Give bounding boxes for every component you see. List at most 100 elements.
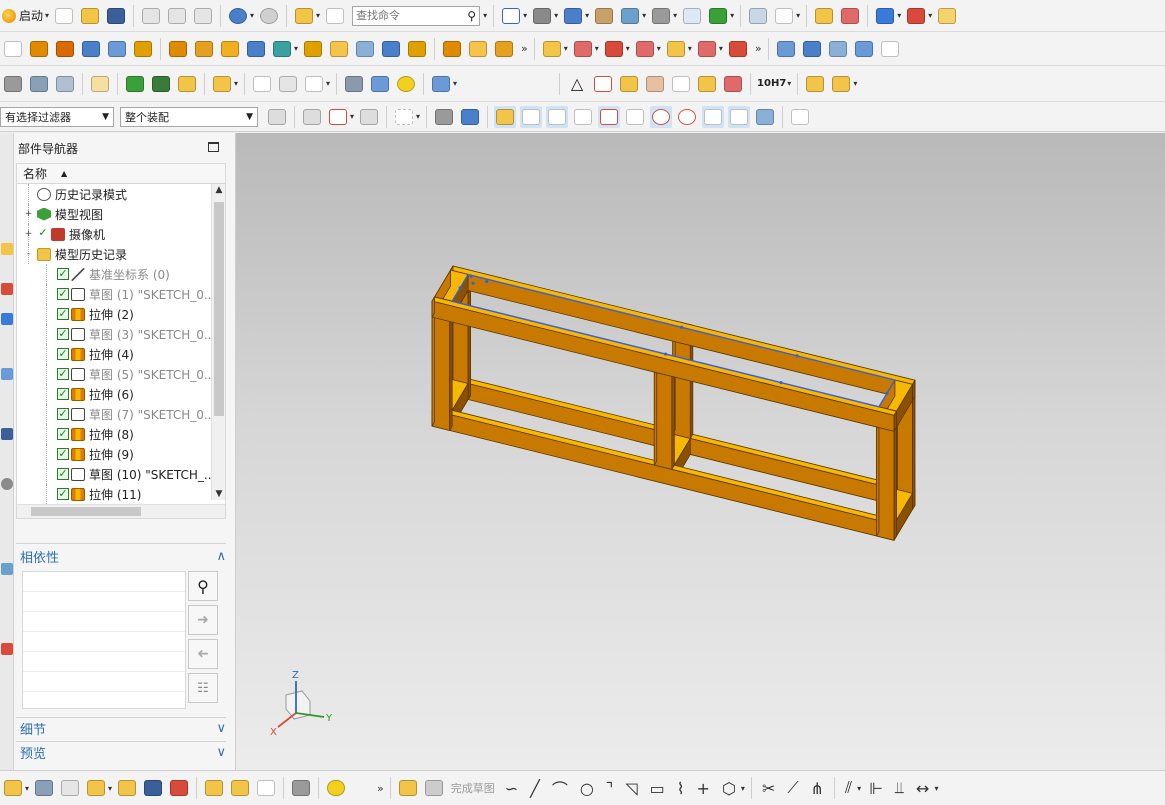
chevron-down-icon[interactable]: ▾ (934, 784, 938, 793)
snap-midpoint-button[interactable] (520, 105, 543, 128)
dependency-search-button[interactable]: ⚲ (188, 571, 218, 601)
chevron-down-icon[interactable]: ▾ (564, 44, 568, 53)
trim-icon[interactable]: ✂ (762, 779, 775, 798)
tree-horizontal-scrollbar[interactable] (17, 504, 225, 518)
chevron-down-icon[interactable]: ▾ (928, 11, 932, 20)
layers-stack-button[interactable] (28, 73, 50, 95)
sketch-curve-button[interactable] (2, 777, 24, 799)
expand-icon[interactable]: + (24, 209, 33, 219)
revolve-button[interactable] (54, 38, 76, 60)
drawing-button[interactable] (59, 777, 81, 799)
chevron-down-icon[interactable]: ▾ (585, 11, 589, 20)
constraint-button[interactable] (696, 38, 718, 60)
text-tool-button[interactable] (211, 73, 233, 95)
tree-node[interactable]: ✓ 草图 (5) "SKETCH_0... (17, 364, 225, 384)
chevron-down-icon[interactable]: ▾ (657, 44, 661, 53)
pattern-button[interactable] (193, 38, 215, 60)
front-middle-post-end-face[interactable] (671, 371, 675, 470)
selection-filter-select[interactable]: 有选择过滤器 ▼ (0, 106, 114, 127)
chevron-down-icon[interactable]: ▾ (554, 11, 558, 20)
dependencies-header[interactable]: 相依性 ∧ (20, 545, 226, 567)
resource-process-icon[interactable] (1, 478, 13, 490)
offset-face-button[interactable] (354, 38, 376, 60)
finish-sketch-button[interactable] (423, 777, 445, 799)
visibility-checkbox[interactable]: ✓ (57, 488, 69, 500)
transform-button[interactable] (707, 5, 729, 27)
attach-button[interactable] (325, 777, 347, 799)
command-search[interactable]: ⚲ (352, 5, 481, 26)
replace-face-button[interactable] (493, 38, 515, 60)
sketch-button[interactable] (2, 38, 24, 60)
rectangle-icon[interactable]: ▭ (650, 779, 665, 798)
move-object-button[interactable] (681, 5, 703, 27)
pattern-curve-icon[interactable]: ⫫ (895, 778, 904, 798)
snap-center-button[interactable] (650, 105, 673, 128)
face-curve-button[interactable] (277, 73, 299, 95)
thread-button[interactable] (430, 73, 452, 95)
offset-curve-button[interactable] (303, 73, 325, 95)
resource-history-icon[interactable] (1, 283, 13, 295)
dependency-next-button[interactable]: ➜ (188, 605, 218, 635)
table-button[interactable] (592, 73, 614, 95)
window-button[interactable] (293, 5, 315, 27)
mirror-button[interactable] (142, 777, 164, 799)
preview-header[interactable]: 预览 ∨ (20, 741, 226, 763)
triangle-button[interactable]: △ (566, 73, 588, 95)
undo-button[interactable] (227, 5, 249, 27)
mesh-surface-button[interactable] (801, 38, 823, 60)
add-feature-button[interactable] (85, 777, 107, 799)
standard-parts-button[interactable] (830, 73, 852, 95)
snap-point-button[interactable] (702, 105, 725, 128)
chevron-down-icon[interactable]: ▾ (25, 784, 29, 793)
array-button[interactable] (219, 38, 241, 60)
visibility-checkbox[interactable]: ✓ (57, 428, 69, 440)
sketch-point[interactable] (779, 381, 783, 385)
chevron-down-icon[interactable]: ▾ (796, 11, 800, 20)
chevron-down-icon[interactable]: ▾ (234, 79, 238, 88)
visibility-checkbox[interactable]: ✓ (57, 408, 69, 420)
mirror-assembly-button[interactable] (603, 38, 625, 60)
chevron-down-icon[interactable]: ▾ (642, 11, 646, 20)
analysis-button[interactable] (813, 5, 835, 27)
new-component-button[interactable] (572, 38, 594, 60)
drawing-sheet-button[interactable] (670, 73, 692, 95)
dependency-tree-button[interactable]: ☷ (188, 673, 218, 703)
circle-icon[interactable]: ○ (580, 779, 594, 798)
resource-assembly-icon[interactable] (1, 313, 13, 325)
point-icon[interactable]: + (697, 779, 710, 798)
details-header[interactable]: 细节 ∨ (20, 717, 226, 739)
copy-button[interactable] (166, 5, 188, 27)
tree-node[interactable]: ✓ 拉伸 (4) (17, 344, 225, 364)
shell-button[interactable] (380, 38, 402, 60)
weld-button[interactable] (124, 73, 146, 95)
chevron-down-icon[interactable]: ▾ (250, 11, 254, 20)
tree-node[interactable]: + ✓ 摄像机 (17, 224, 225, 244)
more-commands-button[interactable]: » (755, 42, 762, 55)
selection-scope-select[interactable]: 整个装配 ▼ (120, 106, 258, 127)
make-corner-icon[interactable]: ⋔ (811, 779, 824, 798)
package-button[interactable] (290, 777, 312, 799)
visibility-checkbox[interactable]: ✓ (57, 328, 69, 340)
part-body-button[interactable] (33, 777, 55, 799)
align-button[interactable] (168, 777, 190, 799)
pocket-button[interactable] (132, 38, 154, 60)
shaded-view-button[interactable] (562, 5, 584, 27)
chamfer-icon[interactable]: ◹ (625, 779, 637, 798)
thicken-button[interactable] (853, 38, 875, 60)
tree-node[interactable]: 历史记录模式 (17, 184, 225, 204)
split-body-button[interactable] (467, 38, 489, 60)
extend-icon[interactable]: ⟋ (787, 778, 798, 798)
chevron-down-icon[interactable]: ▾ (595, 44, 599, 53)
sketch-point[interactable] (471, 281, 475, 285)
tree-node[interactable]: ✓ 拉伸 (9) (17, 444, 225, 464)
new-file-button[interactable] (53, 5, 75, 27)
hole-button[interactable] (80, 38, 102, 60)
pattern-component-button[interactable] (634, 38, 656, 60)
connect-button[interactable] (255, 777, 277, 799)
chevron-down-icon[interactable]: ▾ (483, 11, 487, 20)
graphics-window[interactable]: Z Y X (236, 133, 1165, 770)
tree-node[interactable]: ✓ 拉伸 (2) (17, 304, 225, 324)
chevron-down-icon[interactable]: ▾ (673, 11, 677, 20)
brush-button[interactable] (696, 73, 718, 95)
select-feature-button[interactable] (301, 106, 323, 128)
